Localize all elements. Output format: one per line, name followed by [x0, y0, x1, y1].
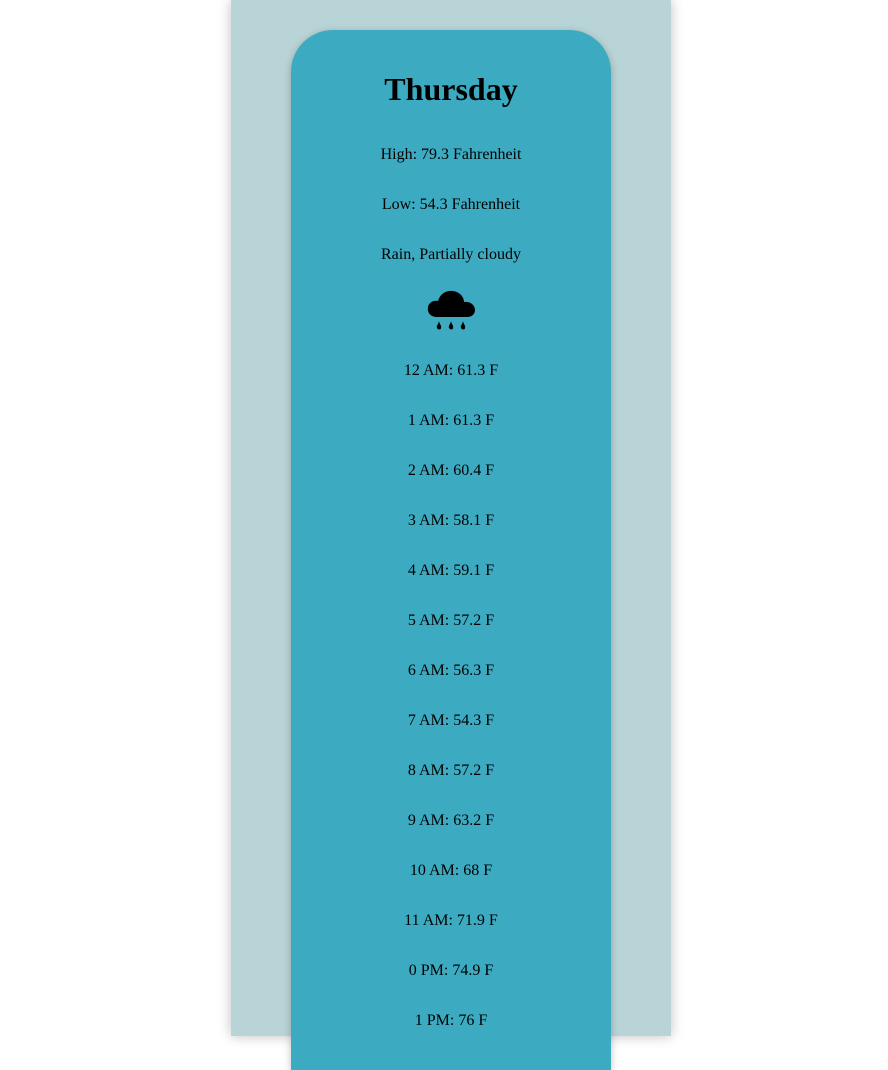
- hourly-item: 10 AM: 68 F: [409, 862, 493, 879]
- forecast-column: Thursday High: 79.3 Fahrenheit Low: 54.3…: [231, 0, 671, 1070]
- hourly-item: 9 AM: 63.2 F: [407, 812, 495, 829]
- hourly-item: 1 AM: 61.3 F: [407, 412, 495, 429]
- hourly-item: 2 AM: 60.4 F: [407, 462, 495, 479]
- hourly-item: 11 AM: 71.9 F: [404, 912, 498, 929]
- day-title: Thursday: [384, 71, 518, 107]
- hourly-item: 12 AM: 61.3 F: [403, 362, 499, 379]
- weather-conditions: Rain, Partially cloudy: [381, 246, 521, 263]
- hourly-item: 3 AM: 58.1 F: [407, 512, 495, 529]
- high-temperature: High: 79.3 Fahrenheit: [380, 146, 522, 163]
- hourly-item: 0 PM: 74.9 F: [408, 962, 494, 979]
- hourly-item: 1 PM: 76 F: [414, 1012, 488, 1029]
- hourly-item: 5 AM: 57.2 F: [407, 612, 495, 629]
- hourly-item: 6 AM: 56.3 F: [407, 662, 495, 679]
- day-forecast-card: Thursday High: 79.3 Fahrenheit Low: 54.3…: [291, 30, 611, 1070]
- hourly-forecast-list: 12 AM: 61.3 F 1 AM: 61.3 F 2 AM: 60.4 F …: [291, 361, 611, 1031]
- rain-cloud-icon: [427, 290, 475, 330]
- low-temperature: Low: 54.3 Fahrenheit: [381, 196, 521, 213]
- hourly-item: 7 AM: 54.3 F: [407, 712, 495, 729]
- hourly-item: 8 AM: 57.2 F: [407, 762, 495, 779]
- hourly-item: 4 AM: 59.1 F: [407, 562, 495, 579]
